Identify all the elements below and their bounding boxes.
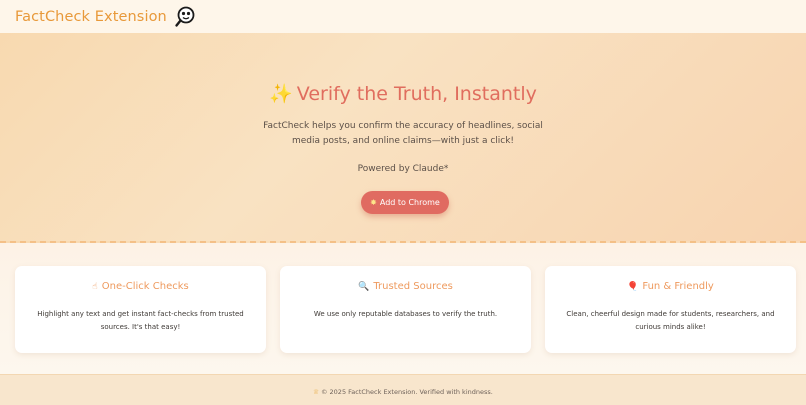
hero-description-line: FactCheck helps you confirm the accuracy…: [263, 121, 543, 131]
powered-by-text: Powered by Claude*: [357, 164, 449, 174]
feature-title: 🎈 Fun & Friendly: [545, 281, 796, 292]
sparkle-icon: ✸: [370, 198, 377, 207]
hero-section: ✨ Verify the Truth, Instantly FactCheck h…: [0, 33, 806, 243]
feature-description: Highlight any text and get instant fact-…: [37, 310, 244, 331]
feature-title-text: Trusted Sources: [373, 281, 453, 292]
hero-description: FactCheck helps you confirm the accuracy…: [0, 119, 806, 149]
top-navbar: FactCheck Extension: [0, 0, 806, 33]
feature-title-text: Fun & Friendly: [642, 281, 714, 292]
feature-title: ☝ One-Click Checks: [15, 281, 266, 292]
hero-title-text: Verify the Truth, Instantly: [296, 83, 537, 105]
magnifying-glass-icon: 🔍: [358, 282, 370, 292]
feature-card-trusted-sources: 🔍 Trusted Sources We use only reputable d…: [280, 266, 531, 353]
footer-text: ♕ © 2025 FactCheck Extension. Verified wi…: [0, 388, 806, 396]
hero-description-line: media posts, and online claims—with just…: [291, 136, 515, 146]
feature-description: Clean, cheerful design made for students…: [566, 310, 775, 331]
add-to-chrome-label: Add to Chrome: [379, 198, 440, 207]
crown-icon: ♕: [313, 388, 319, 396]
feature-description: We use only reputable databases to verif…: [313, 310, 498, 318]
copyright-text: © 2025 FactCheck Extension. Verified wit…: [320, 388, 493, 396]
brand-name[interactable]: FactCheck Extension: [15, 9, 167, 25]
pointer-hand-icon: ☝: [92, 282, 98, 292]
feature-title: 🔍 Trusted Sources: [280, 281, 531, 292]
features-section: ☝ One-Click Checks Highlight any text and…: [0, 243, 806, 374]
feature-title-text: One-Click Checks: [101, 281, 189, 292]
magnifier-face-icon: [175, 6, 195, 27]
sparkles-icon: ✨: [269, 83, 293, 105]
balloon-icon: 🎈: [627, 282, 639, 292]
page-footer: ♕ © 2025 FactCheck Extension. Verified wi…: [0, 374, 806, 405]
hero-title: ✨ Verify the Truth, Instantly: [0, 82, 806, 105]
add-to-chrome-button[interactable]: ✸ Add to Chrome: [361, 191, 449, 214]
feature-card-fun-friendly: 🎈 Fun & Friendly Clean, cheerful design m…: [545, 266, 796, 353]
feature-card-one-click: ☝ One-Click Checks Highlight any text and…: [15, 266, 266, 353]
